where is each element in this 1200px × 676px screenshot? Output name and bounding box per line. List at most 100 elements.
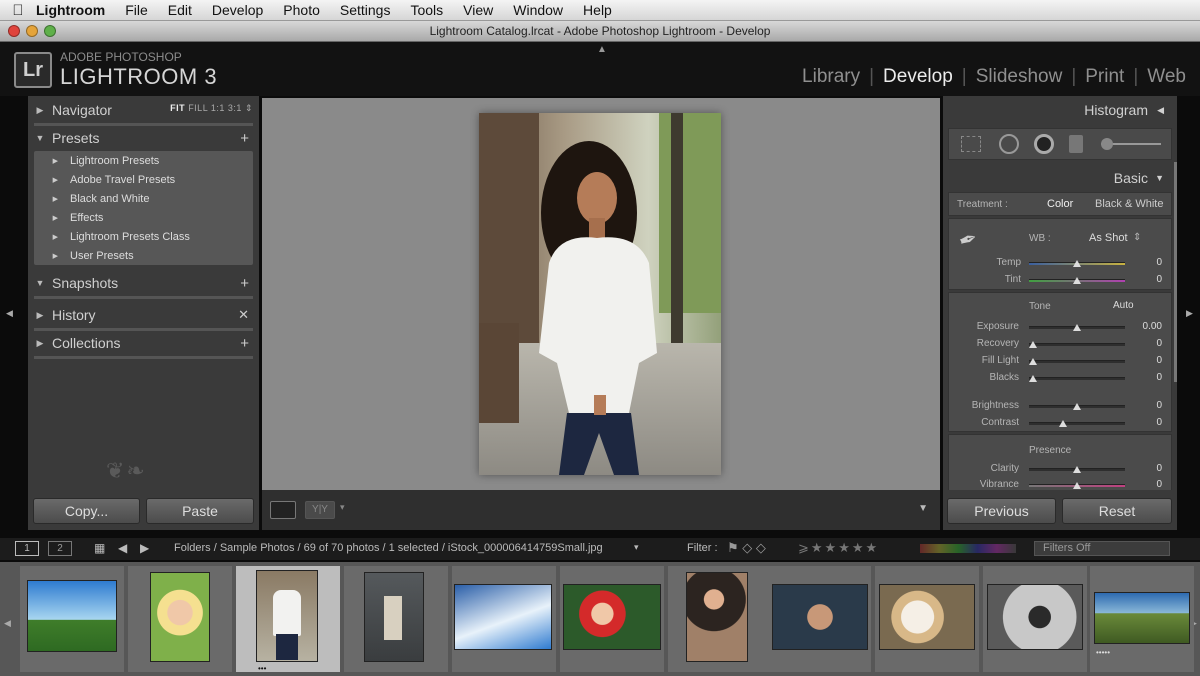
- menu-develop[interactable]: Develop: [212, 2, 263, 18]
- add-preset-icon[interactable]: +: [240, 130, 249, 147]
- source-dropdown-icon[interactable]: ▾: [634, 542, 639, 553]
- menu-help[interactable]: Help: [583, 2, 612, 18]
- temp-slider[interactable]: [1029, 260, 1125, 267]
- module-print[interactable]: Print: [1085, 66, 1124, 88]
- slider-knob[interactable]: [1073, 482, 1081, 489]
- blacks-value[interactable]: 0: [1132, 372, 1162, 383]
- source-path[interactable]: Folders / Sample Photos / 69 of 70 photo…: [174, 542, 603, 554]
- slider-knob[interactable]: [1073, 324, 1081, 331]
- contrast-slider[interactable]: [1029, 420, 1125, 427]
- filmstrip-thumb[interactable]: [452, 566, 556, 672]
- filmstrip-thumb[interactable]: [560, 566, 664, 672]
- treatment-bw-option[interactable]: Black & White: [1095, 198, 1163, 210]
- filmstrip[interactable]: ◀ ▶ ••• •••••: [0, 562, 1200, 676]
- reset-button[interactable]: Reset: [1062, 498, 1172, 524]
- slider-knob[interactable]: [1029, 358, 1037, 365]
- clarity-value[interactable]: 0: [1132, 463, 1162, 474]
- menu-window[interactable]: Window: [513, 2, 563, 18]
- zoom-3to1[interactable]: 3:1: [228, 103, 242, 113]
- fill-light-value[interactable]: 0: [1132, 355, 1162, 366]
- color-label-filter[interactable]: [920, 544, 1016, 553]
- preset-folder[interactable]: ▶ Effects: [34, 208, 253, 227]
- forward-arrow-icon[interactable]: ▶: [140, 541, 149, 555]
- main-photo[interactable]: [479, 113, 721, 475]
- slider-knob[interactable]: [1029, 341, 1037, 348]
- exposure-value[interactable]: 0.00: [1132, 321, 1162, 332]
- secondary-window-button[interactable]: 2: [48, 541, 72, 556]
- filmstrip-thumb[interactable]: [344, 566, 448, 672]
- menu-file[interactable]: File: [125, 2, 148, 18]
- filmstrip-thumb[interactable]: [767, 566, 871, 672]
- image-canvas[interactable]: [262, 98, 940, 490]
- temp-value[interactable]: 0: [1132, 257, 1162, 268]
- toolbar-menu-icon[interactable]: ▼: [918, 503, 928, 514]
- back-arrow-icon[interactable]: ◀: [118, 541, 127, 555]
- collections-header[interactable]: ▶ Collections +: [28, 331, 259, 355]
- graduated-filter-icon[interactable]: [1069, 135, 1083, 153]
- history-header[interactable]: ▶ History ✕: [28, 303, 259, 327]
- presets-header[interactable]: ▼ Presets +: [28, 126, 259, 150]
- before-after-dropdown-icon[interactable]: ▾: [340, 502, 345, 513]
- filmstrip-thumb[interactable]: [983, 566, 1087, 672]
- before-after-icon[interactable]: Y|Y: [305, 501, 335, 519]
- crop-tool-icon[interactable]: [961, 136, 981, 152]
- loupe-view-icon[interactable]: [270, 501, 296, 519]
- histogram-header[interactable]: Histogram ◀: [943, 98, 1174, 122]
- menu-edit[interactable]: Edit: [168, 2, 192, 18]
- preset-folder[interactable]: ▶ User Presets: [34, 246, 253, 265]
- slider-knob[interactable]: [1029, 375, 1037, 382]
- exposure-slider[interactable]: [1029, 324, 1125, 331]
- slider-knob[interactable]: [1073, 403, 1081, 410]
- grid-view-icon[interactable]: ▦: [94, 541, 105, 555]
- right-panel-toggle-icon[interactable]: ▶: [1186, 308, 1193, 319]
- preset-folder[interactable]: ▶ Adobe Travel Presets: [34, 170, 253, 189]
- blacks-slider[interactable]: [1029, 375, 1125, 382]
- preset-folder[interactable]: ▶ Lightroom Presets: [34, 151, 253, 170]
- menu-settings[interactable]: Settings: [340, 2, 391, 18]
- minimize-window-button[interactable]: [26, 25, 38, 37]
- star-rating[interactable]: •••: [258, 664, 266, 673]
- slider-knob[interactable]: [1073, 466, 1081, 473]
- spot-removal-icon[interactable]: [999, 134, 1019, 154]
- wb-eyedropper-icon[interactable]: ✒: [955, 225, 981, 256]
- filmstrip-thumb[interactable]: [128, 566, 232, 672]
- fill-light-slider[interactable]: [1029, 358, 1125, 365]
- snapshots-header[interactable]: ▼ Snapshots +: [28, 271, 259, 295]
- clear-history-icon[interactable]: ✕: [238, 307, 249, 323]
- slider-knob[interactable]: [1059, 420, 1067, 427]
- slider-knob[interactable]: [1073, 277, 1081, 284]
- zoom-1to1[interactable]: 1:1: [211, 103, 225, 113]
- recovery-slider[interactable]: [1029, 341, 1125, 348]
- zoom-fill[interactable]: FILL: [188, 103, 208, 113]
- add-collection-icon[interactable]: +: [240, 335, 249, 352]
- apple-icon[interactable]: : [0, 2, 36, 19]
- menu-tools[interactable]: Tools: [410, 2, 443, 18]
- tint-value[interactable]: 0: [1132, 274, 1162, 285]
- zoom-window-button[interactable]: [44, 25, 56, 37]
- star-filter-icon[interactable]: ⩾★★★★★: [798, 540, 879, 556]
- filter-preset-dropdown[interactable]: Filters Off: [1034, 541, 1170, 556]
- wb-dropdown-icon[interactable]: ⇕: [1133, 232, 1141, 243]
- auto-tone-button[interactable]: Auto: [1113, 300, 1134, 311]
- panel-scrollbar[interactable]: [1174, 162, 1177, 382]
- filmstrip-thumb[interactable]: [20, 566, 124, 672]
- brightness-slider[interactable]: [1029, 403, 1125, 410]
- slider-knob[interactable]: [1073, 260, 1081, 267]
- filmstrip-thumb[interactable]: [668, 566, 772, 672]
- contrast-value[interactable]: 0: [1132, 417, 1162, 428]
- wb-dropdown[interactable]: As Shot: [1089, 232, 1128, 244]
- brightness-value[interactable]: 0: [1132, 400, 1162, 411]
- module-develop[interactable]: Develop: [883, 66, 953, 88]
- menu-photo[interactable]: Photo: [283, 2, 320, 18]
- treatment-color-option[interactable]: Color: [1047, 198, 1073, 210]
- preset-folder[interactable]: ▶ Black and White: [34, 189, 253, 208]
- filmstrip-thumb[interactable]: [875, 566, 979, 672]
- close-window-button[interactable]: [8, 25, 20, 37]
- menu-view[interactable]: View: [463, 2, 493, 18]
- main-window-button[interactable]: 1: [15, 541, 39, 556]
- menu-lightroom[interactable]: Lightroom: [36, 2, 105, 18]
- previous-button[interactable]: Previous: [947, 498, 1056, 524]
- zoom-more-icon[interactable]: ⇕: [245, 103, 253, 113]
- paste-button[interactable]: Paste: [146, 498, 254, 524]
- basic-header[interactable]: Basic ▼: [943, 166, 1174, 190]
